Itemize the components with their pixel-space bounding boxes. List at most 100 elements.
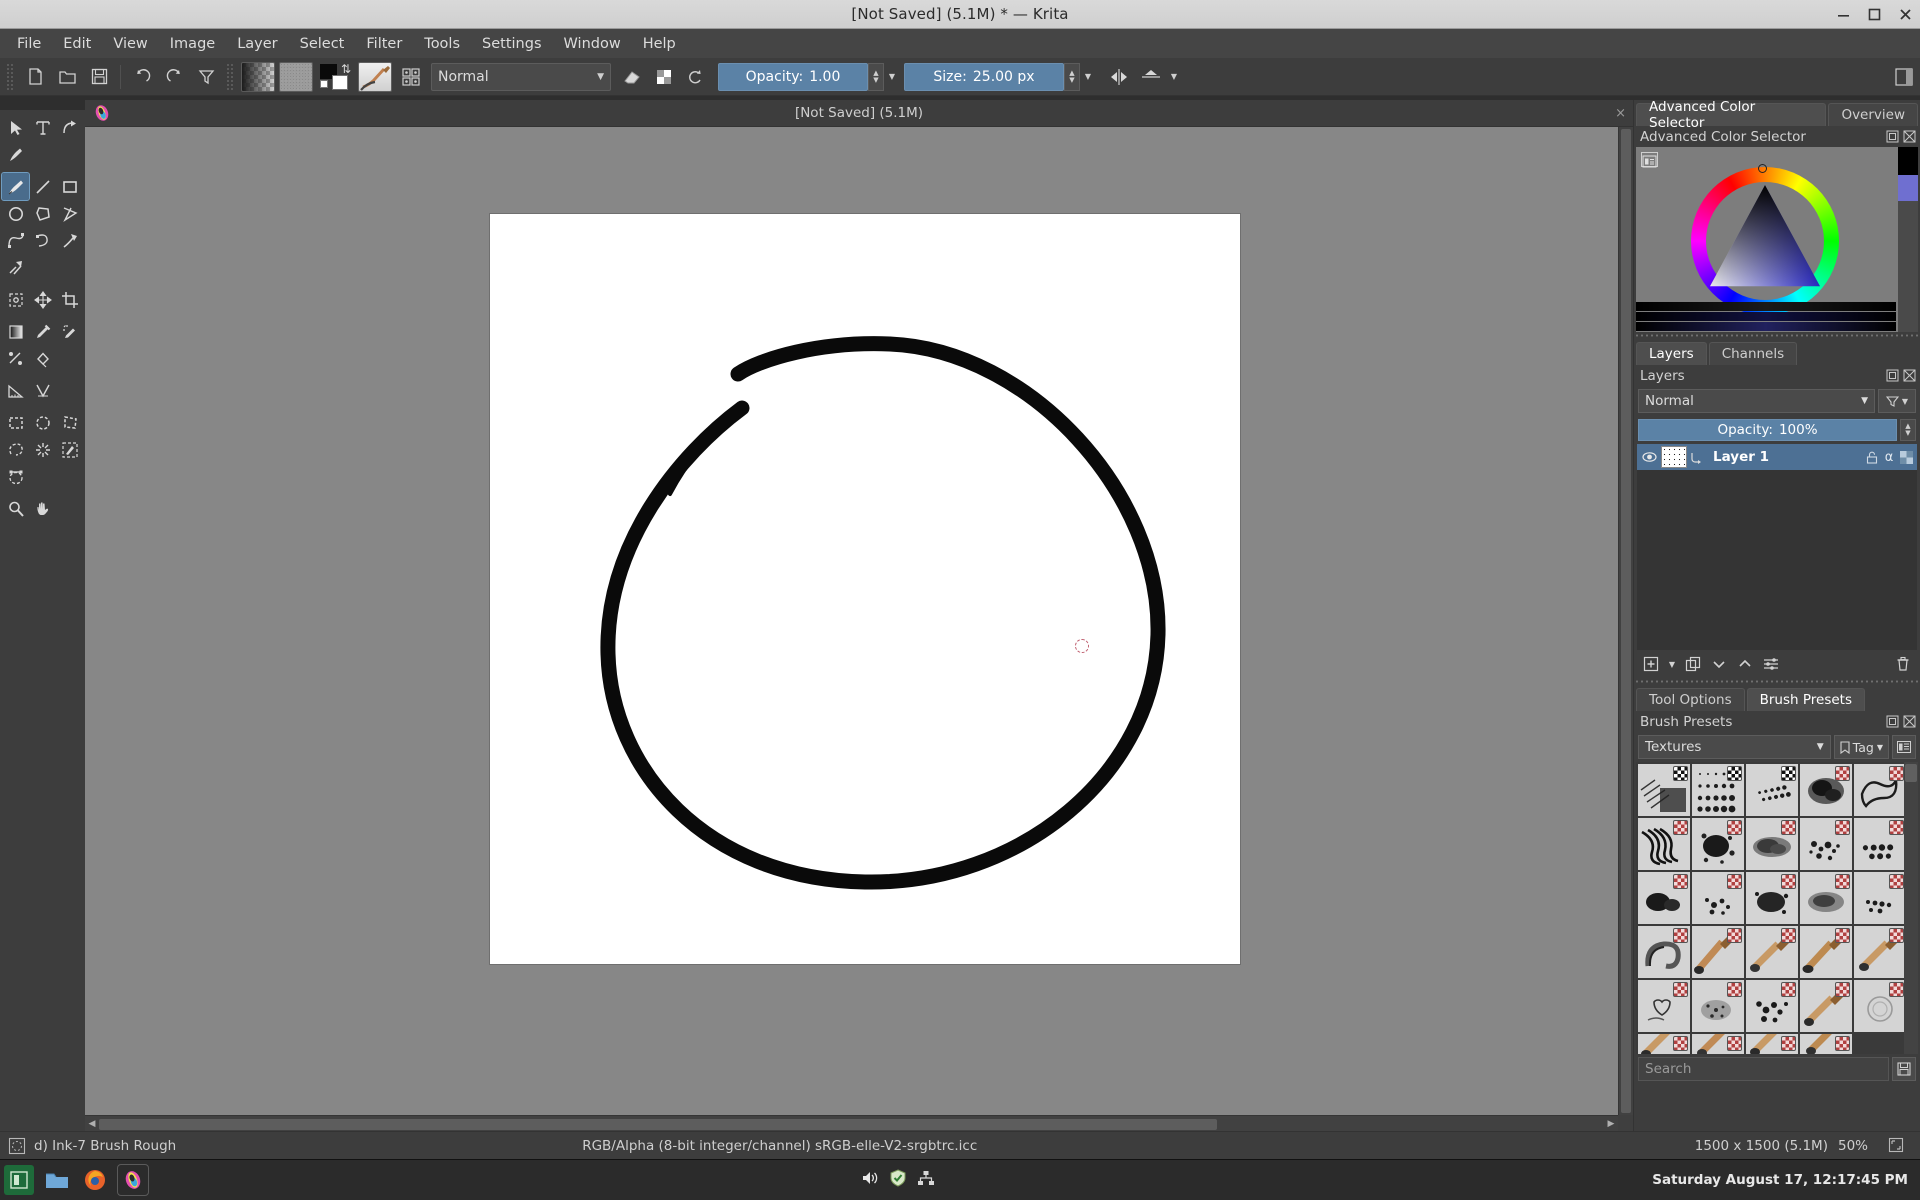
foreground-background-colors[interactable]: ⇅ (319, 62, 351, 92)
duplicate-layer-button[interactable] (1681, 653, 1705, 675)
rectangular-select-tool[interactable] (2, 409, 29, 436)
move-layer-up-button[interactable] (1733, 653, 1757, 675)
opacity-spinner[interactable]: ▲ ▼ (868, 62, 884, 91)
image-canvas[interactable] (490, 214, 1240, 964)
line-tool[interactable] (29, 173, 56, 200)
new-document-icon[interactable] (20, 62, 50, 92)
taskbar-clock[interactable]: Saturday August 17, 12:17:45 PM (1652, 1172, 1908, 1188)
layer-opacity-spinner[interactable]: ▲ ▼ (1900, 419, 1916, 441)
taskbar-files-icon[interactable] (42, 1165, 72, 1195)
fill-tool[interactable] (29, 345, 56, 372)
dynamic-brush-tool[interactable] (56, 227, 83, 254)
polygonal-select-tool[interactable] (56, 409, 83, 436)
menu-file[interactable]: File (6, 32, 52, 56)
preset-5[interactable] (1854, 764, 1906, 816)
save-document-icon[interactable] (84, 62, 114, 92)
advanced-color-selector[interactable] (1636, 147, 1918, 332)
opacity-slider[interactable]: Opacity: 1.00 (718, 62, 868, 91)
layer-opacity-slider[interactable]: Opacity: 100% (1638, 419, 1897, 441)
vertical-scroll-thumb[interactable] (1621, 129, 1631, 1113)
add-layer-dropdown[interactable]: ▼ (1665, 653, 1679, 675)
document-tab-label[interactable]: [Not Saved] (5.1M) (85, 105, 1633, 121)
layer-alpha-lock-icon[interactable] (1899, 450, 1913, 464)
preset-4[interactable] (1800, 764, 1852, 816)
scroll-left-arrow[interactable]: ◀ (85, 1119, 99, 1129)
shade-bars[interactable] (1636, 302, 1896, 332)
menu-layer[interactable]: Layer (226, 32, 288, 56)
assistant-tool[interactable] (29, 377, 56, 404)
preset-29[interactable] (1800, 1034, 1852, 1054)
fit-page-icon[interactable] (1888, 1137, 1906, 1155)
preset-7[interactable] (1692, 818, 1744, 870)
zoom-tool[interactable] (2, 495, 29, 522)
move-tool[interactable] (29, 286, 56, 313)
color-dock-resize-grip[interactable] (1634, 332, 1920, 339)
contiguous-select-tool[interactable] (29, 436, 56, 463)
preset-24[interactable] (1800, 980, 1852, 1032)
color-swatch-current[interactable] (1898, 175, 1918, 201)
canvas-viewport[interactable] (85, 127, 1618, 1115)
size-slider[interactable]: Size: 25.00 px (904, 62, 1064, 91)
preset-9[interactable] (1800, 818, 1852, 870)
preset-23[interactable] (1746, 980, 1798, 1032)
layer-properties-button[interactable] (1759, 653, 1783, 675)
preset-11[interactable] (1638, 872, 1690, 924)
tag-button[interactable]: Tag ▼ (1833, 735, 1889, 759)
close-panel-icon[interactable] (1903, 130, 1916, 143)
canvas-horizontal-scrollbar[interactable]: ◀ ▶ (85, 1115, 1618, 1131)
status-zoom-level[interactable]: 50% (1838, 1138, 1868, 1154)
float-brush-presets-icon[interactable] (1886, 715, 1899, 728)
preset-28[interactable] (1746, 1034, 1798, 1054)
color-history-strip[interactable] (1898, 147, 1918, 332)
multibrush-tool[interactable] (2, 254, 29, 281)
preset-27[interactable] (1692, 1034, 1744, 1054)
calligraphy-tool[interactable] (2, 141, 29, 168)
horizontal-scroll-thumb[interactable] (99, 1118, 1217, 1130)
preset-30[interactable] (1854, 1034, 1906, 1054)
selector-settings-icon[interactable] (1641, 152, 1658, 168)
float-layers-icon[interactable] (1886, 369, 1899, 382)
size-spinner[interactable]: ▲ ▼ (1064, 62, 1080, 91)
rectangle-tool[interactable] (56, 173, 83, 200)
mirror-dropdown-icon[interactable]: ▼ (1167, 63, 1181, 91)
layer-lock-icon[interactable] (1865, 450, 1879, 464)
preset-22[interactable] (1692, 980, 1744, 1032)
preset-8[interactable] (1746, 818, 1798, 870)
minimize-button[interactable] (1835, 6, 1852, 23)
maximize-button[interactable] (1866, 6, 1883, 23)
similar-color-select-tool[interactable] (56, 436, 83, 463)
eraser-mode-icon[interactable] (617, 62, 647, 92)
preset-3[interactable] (1746, 764, 1798, 816)
move-layer-down-button[interactable] (1707, 653, 1731, 675)
preset-2[interactable] (1692, 764, 1744, 816)
shape-select-tool[interactable] (2, 114, 29, 141)
brush-preset-thumbnail[interactable] (358, 61, 392, 92)
preset-12[interactable] (1692, 872, 1744, 924)
preset-10[interactable] (1854, 818, 1906, 870)
menu-edit[interactable]: Edit (52, 32, 102, 56)
canvas-vertical-scrollbar[interactable] (1618, 127, 1633, 1115)
open-document-icon[interactable] (52, 62, 82, 92)
polygon-tool[interactable] (29, 200, 56, 227)
menu-view[interactable]: View (102, 32, 158, 56)
transform-tool[interactable] (2, 286, 29, 313)
smart-patch-tool[interactable] (2, 345, 29, 372)
mirror-horizontal-icon[interactable] (1104, 62, 1134, 92)
preset-16[interactable] (1638, 926, 1690, 978)
preset-13[interactable] (1746, 872, 1798, 924)
menu-image[interactable]: Image (159, 32, 226, 56)
add-layer-button[interactable] (1639, 653, 1663, 675)
ellipse-tool[interactable] (2, 200, 29, 227)
layer-filter-button[interactable]: ▼ (1878, 389, 1916, 413)
shade-bar-1[interactable] (1636, 302, 1896, 311)
preset-settings-button[interactable] (1892, 735, 1916, 759)
reset-colors-icon[interactable] (320, 79, 328, 88)
preset-19[interactable] (1800, 926, 1852, 978)
freehand-select-tool[interactable] (2, 436, 29, 463)
close-layers-icon[interactable] (1903, 369, 1916, 382)
bezier-curve-tool[interactable] (2, 227, 29, 254)
preset-25[interactable] (1854, 980, 1906, 1032)
brush-editor-icon[interactable] (396, 62, 426, 92)
tab-brush-presets[interactable]: Brush Presets (1746, 688, 1865, 711)
layer-name[interactable]: Layer 1 (1705, 449, 1865, 465)
